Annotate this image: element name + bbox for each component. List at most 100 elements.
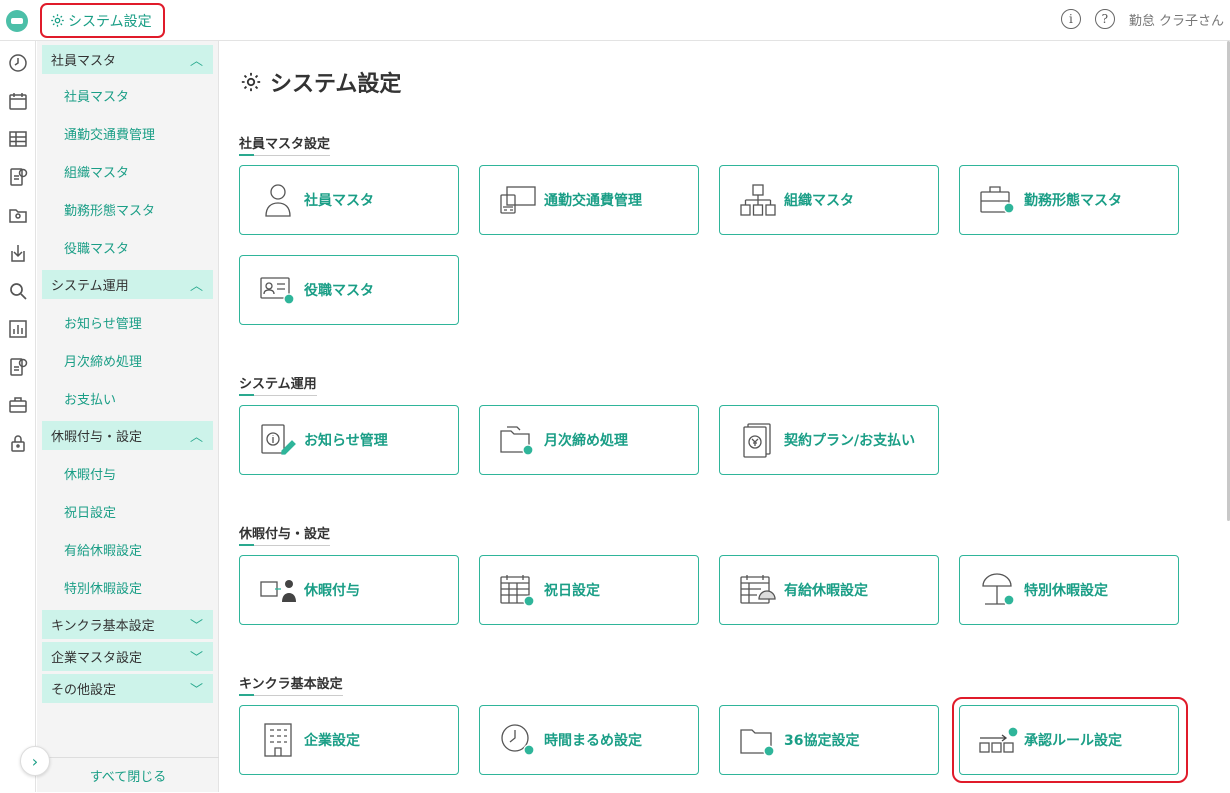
- sidebar-item-employee-master[interactable]: 社員マスタ: [64, 86, 129, 105]
- leave-grant-icon: [258, 570, 298, 610]
- help-icon[interactable]: ?: [1094, 9, 1115, 29]
- card-monthly-closing[interactable]: 月次締め処理: [479, 405, 699, 475]
- folder-gear-icon: [738, 720, 778, 760]
- lock-icon[interactable]: [7, 432, 29, 454]
- yen-document-icon[interactable]: [7, 356, 29, 378]
- breadcrumb-label: システム設定: [68, 13, 152, 30]
- card-holidays[interactable]: 祝日設定: [479, 555, 699, 625]
- chevron-up-icon: ︿: [189, 54, 203, 69]
- approval-flow-icon: [978, 720, 1018, 760]
- briefcase-icon[interactable]: [7, 394, 29, 416]
- page-title-text: システム設定: [270, 72, 402, 97]
- card-label: 時間まるめ設定: [544, 733, 642, 749]
- sidebar-section-label: キンクラ基本設定: [51, 619, 155, 634]
- card-label: 企業設定: [304, 733, 360, 749]
- card-label: 祝日設定: [544, 583, 600, 599]
- org-chart-icon: [738, 180, 778, 220]
- page-title: システム設定: [240, 66, 401, 98]
- card-paid-leave[interactable]: 有給休暇設定: [719, 555, 939, 625]
- sidebar-section-label: 休暇付与・設定: [51, 430, 143, 445]
- sidebar-section-kinkura-basic[interactable]: キンクラ基本設定 ﹀: [42, 610, 213, 639]
- card-position[interactable]: 役職マスタ: [239, 255, 459, 325]
- card-employee-master[interactable]: 社員マスタ: [239, 165, 459, 235]
- table-icon[interactable]: [7, 128, 29, 150]
- card-label: 契約プラン/お支払い: [784, 433, 916, 449]
- card-label: 特別休暇設定: [1024, 583, 1108, 599]
- chevron-up-icon: ︿: [189, 279, 203, 294]
- card-commute[interactable]: 通勤交通費管理: [479, 165, 699, 235]
- card-special-leave[interactable]: 特別休暇設定: [959, 555, 1179, 625]
- breadcrumb-system-settings[interactable]: システム設定: [40, 3, 165, 38]
- card-label: お知らせ管理: [304, 433, 388, 449]
- sidebar-item-commute[interactable]: 通勤交通費管理: [64, 124, 155, 143]
- sidebar-item-position[interactable]: 役職マスタ: [64, 238, 129, 257]
- chevron-right-icon: ›: [31, 751, 39, 771]
- gear-icon: [241, 72, 261, 92]
- top-bar: システム設定 i ? 勤怠 クラ子さん: [0, 0, 1230, 41]
- chevron-down-icon: ﹀: [189, 619, 203, 634]
- card-label: 役職マスタ: [304, 283, 374, 299]
- sidebar-section-employee-master[interactable]: 社員マスタ ︿: [42, 45, 213, 74]
- gear-icon: [51, 14, 64, 27]
- folder-check-icon: [498, 420, 538, 460]
- group-label-employee-master: 社員マスタ設定: [239, 133, 331, 156]
- main-content: システム設定 社員マスタ設定 社員マスタ 通勤交通費管理 組織マスタ 勤務形態マ…: [220, 41, 1228, 792]
- sidebar-item-monthly-closing[interactable]: 月次締め処理: [64, 351, 142, 370]
- chevron-down-icon: ﹀: [189, 651, 203, 666]
- card-organization[interactable]: 組織マスタ: [719, 165, 939, 235]
- calendar-icon[interactable]: [7, 90, 29, 112]
- group-label-system-operation: システム運用: [239, 373, 317, 396]
- calendar-plus-icon: [498, 570, 538, 610]
- folder-person-icon[interactable]: [7, 204, 29, 226]
- sidebar-section-company-master[interactable]: 企業マスタ設定 ﹀: [42, 642, 213, 671]
- sidebar-item-payment[interactable]: お支払い: [64, 389, 116, 408]
- icon-rail: [0, 41, 36, 792]
- card-label: 承認ルール設定: [1024, 733, 1122, 749]
- sidebar-section-other[interactable]: その他設定 ﹀: [42, 674, 213, 703]
- user-name[interactable]: 勤怠 クラ子さん: [1129, 10, 1224, 29]
- card-label: 休暇付与: [304, 583, 360, 599]
- download-icon[interactable]: [7, 242, 29, 264]
- card-notices[interactable]: お知らせ管理: [239, 405, 459, 475]
- chevron-up-icon: ︿: [189, 430, 203, 445]
- sidebar-item-special-leave[interactable]: 特別休暇設定: [64, 578, 142, 597]
- card-leave-grant[interactable]: 休暇付与: [239, 555, 459, 625]
- info-document-icon: [258, 420, 298, 460]
- sidebar-item-leave-grant[interactable]: 休暇付与: [64, 464, 116, 483]
- card-label: 勤務形態マスタ: [1024, 193, 1122, 209]
- info-icon[interactable]: i: [1060, 9, 1081, 29]
- expand-sidebar-button[interactable]: ›: [20, 746, 50, 776]
- card-time-rounding[interactable]: 時間まるめ設定: [479, 705, 699, 775]
- card-label: 通勤交通費管理: [544, 193, 642, 209]
- card-approval-rules[interactable]: 承認ルール設定: [959, 705, 1179, 775]
- sidebar-section-leave[interactable]: 休暇付与・設定 ︿: [42, 421, 213, 450]
- close-all-button[interactable]: すべて閉じる: [37, 757, 219, 793]
- add-document-icon[interactable]: [7, 166, 29, 188]
- group-label-kinkura-basic: キンクラ基本設定: [239, 673, 343, 696]
- card-company[interactable]: 企業設定: [239, 705, 459, 775]
- bar-chart-icon[interactable]: [7, 318, 29, 340]
- clock-icon[interactable]: [7, 52, 29, 74]
- sidebar-item-organization[interactable]: 組織マスタ: [64, 162, 129, 181]
- sidebar-item-holidays[interactable]: 祝日設定: [64, 502, 116, 521]
- card-36-agreement[interactable]: 36協定設定: [719, 705, 939, 775]
- card-contract-payment[interactable]: 契約プラン/お支払い: [719, 405, 939, 475]
- id-card-gear-icon: [258, 270, 298, 310]
- commute-icon: [498, 180, 538, 220]
- sidebar-section-system-operation[interactable]: システム運用 ︿: [42, 270, 213, 299]
- clock-gear-icon: [498, 720, 538, 760]
- card-label: 組織マスタ: [784, 193, 854, 209]
- group-label-leave: 休暇付与・設定: [239, 523, 331, 546]
- search-icon[interactable]: [7, 280, 29, 302]
- sidebar-item-work-pattern[interactable]: 勤務形態マスタ: [64, 200, 155, 219]
- yen-document-icon: [738, 420, 778, 460]
- sidebar-section-label: その他設定: [51, 683, 117, 698]
- sidebar-section-label: 社員マスタ: [51, 54, 117, 69]
- card-work-pattern[interactable]: 勤務形態マスタ: [959, 165, 1179, 235]
- sidebar-section-label: システム運用: [51, 279, 129, 294]
- building-icon: [258, 720, 298, 760]
- calendar-umbrella-icon: [738, 570, 778, 610]
- sidebar-item-notices[interactable]: お知らせ管理: [64, 313, 142, 332]
- app-logo[interactable]: [6, 10, 28, 32]
- sidebar-item-paid-leave[interactable]: 有給休暇設定: [64, 540, 142, 559]
